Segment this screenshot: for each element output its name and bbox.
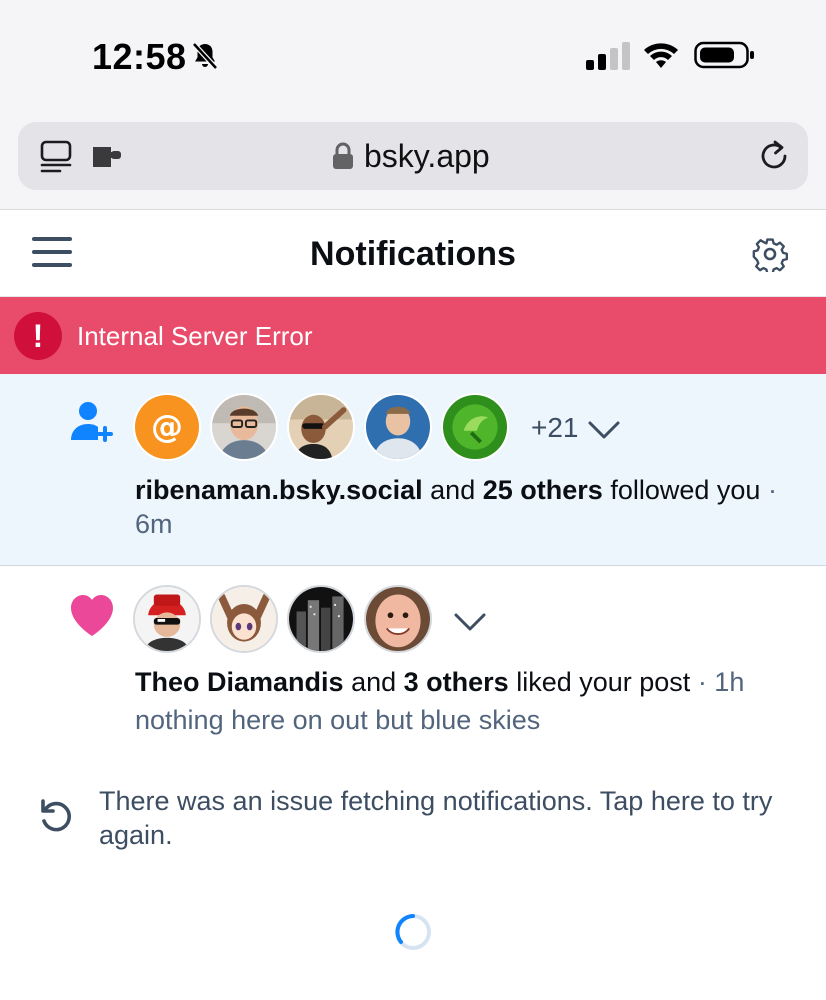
sidebar-icon[interactable]: [40, 140, 72, 174]
action-text: liked your post: [516, 667, 691, 697]
extension-icon[interactable]: [90, 144, 124, 170]
lock-icon: [333, 142, 353, 169]
avatar[interactable]: [287, 393, 355, 461]
action-text: followed you: [610, 475, 761, 505]
retry-fetch-button[interactable]: There was an issue fetching notification…: [0, 780, 826, 860]
avatar[interactable]: [210, 393, 278, 461]
avatar[interactable]: [210, 585, 278, 653]
timestamp: · 1h: [697, 667, 745, 697]
heart-icon: [71, 595, 113, 636]
user-plus-icon: [71, 402, 113, 442]
app-header: Notifications: [0, 211, 826, 297]
actor-name[interactable]: ribenaman.bsky.social: [135, 475, 423, 505]
and-text: and: [351, 667, 397, 697]
chevron-down-icon[interactable]: [453, 611, 487, 633]
notification-item-like[interactable]: Theo Diamandis and 3 others liked your p…: [0, 566, 826, 746]
status-time: 12:58: [92, 36, 187, 77]
error-banner: ! Internal Server Error: [0, 297, 826, 374]
and-text: and: [430, 475, 476, 505]
chevron-down-icon[interactable]: [587, 419, 621, 441]
bell-slash-icon: [192, 42, 218, 70]
retry-icon: [41, 799, 71, 832]
page-title: Notifications: [310, 235, 516, 273]
status-bar: 12:58: [0, 0, 826, 110]
others-count[interactable]: 3 others: [404, 667, 509, 697]
error-message: Internal Server Error: [77, 321, 313, 351]
error-exclamation-icon: !: [14, 312, 62, 360]
avatar[interactable]: [287, 585, 355, 653]
cellular-signal-icon: [586, 42, 630, 70]
address-bar[interactable]: bsky.app: [18, 122, 808, 190]
avatar[interactable]: [133, 585, 201, 653]
loading-spinner-icon: [395, 914, 431, 950]
settings-gear-icon[interactable]: [752, 236, 788, 272]
wifi-icon: [644, 43, 678, 68]
url-text[interactable]: bsky.app: [364, 138, 490, 175]
avatar[interactable]: [364, 585, 432, 653]
svg-text:@: @: [151, 407, 183, 445]
notification-text: Theo Diamandis and 3 others liked your p…: [135, 665, 805, 699]
avatar[interactable]: [364, 393, 432, 461]
more-avatars-count: +21: [531, 412, 579, 443]
browser-toolbar: bsky.app: [0, 110, 826, 210]
post-preview-text[interactable]: nothing here on out but blue skies: [135, 705, 540, 736]
avatar[interactable]: [441, 393, 509, 461]
reload-icon[interactable]: [756, 138, 792, 174]
retry-message: There was an issue fetching notification…: [99, 786, 773, 850]
battery-icon: [694, 41, 754, 69]
others-count[interactable]: 25 others: [483, 475, 603, 505]
notification-item-follow[interactable]: @ +21 ribenaman.bsky.social and 25 other…: [0, 374, 826, 566]
notification-text: ribenaman.bsky.social and 25 others foll…: [135, 473, 805, 541]
avatar[interactable]: @: [133, 393, 201, 461]
actor-name[interactable]: Theo Diamandis: [135, 667, 344, 697]
